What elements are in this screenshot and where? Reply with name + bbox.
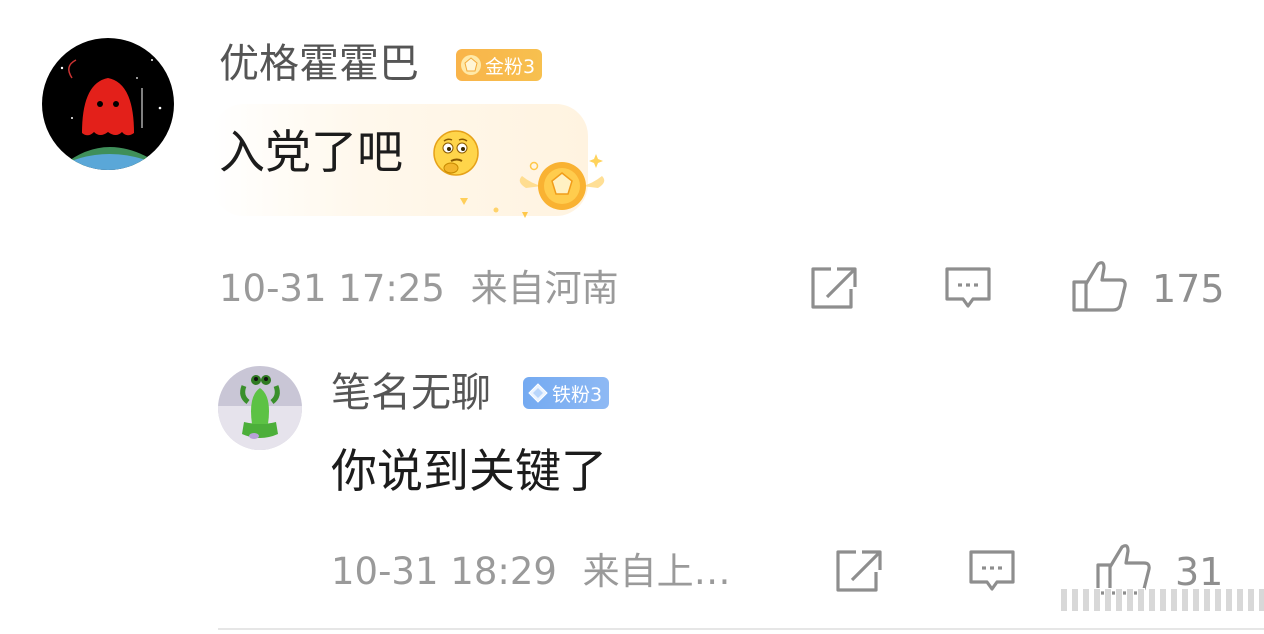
share-icon[interactable] <box>809 265 859 311</box>
avatar[interactable] <box>218 366 302 450</box>
sparkle-icon <box>493 198 499 213</box>
timestamp: 10-31 18:29 <box>331 550 557 593</box>
comment-meta: 10-31 18:29 来自上… <box>331 553 731 590</box>
like-count: 31 <box>1175 550 1224 594</box>
divider <box>218 628 1264 630</box>
fan-badge[interactable]: 金粉3 <box>456 49 543 81</box>
location: 来自河南 <box>470 267 619 310</box>
comment-meta: 10-31 17:25 来自河南 <box>219 270 619 307</box>
location: 来自上… <box>582 550 731 593</box>
gold-medal-icon <box>472 148 612 220</box>
comment-text: 入党了吧 <box>219 125 403 179</box>
fan-badge[interactable]: 铁粉3 <box>523 377 610 409</box>
badge-label: 铁粉3 <box>552 383 603 406</box>
timestamp: 10-31 17:25 <box>219 267 445 310</box>
username[interactable]: 笔名无聊 <box>331 373 491 413</box>
diamond-icon <box>528 383 548 403</box>
thinking-face-icon <box>431 128 481 178</box>
like-count: 175 <box>1152 267 1225 311</box>
thumbs-up-icon[interactable] <box>1070 258 1130 314</box>
comment-icon[interactable] <box>967 548 1017 594</box>
comment-icon[interactable] <box>943 265 993 311</box>
username[interactable]: 优格霍霍巴 <box>219 44 419 84</box>
sparkle-icon <box>458 192 470 205</box>
watermark <box>1060 588 1264 612</box>
share-icon[interactable] <box>834 548 884 594</box>
badge-label: 金粉3 <box>485 55 536 78</box>
gem-icon <box>461 55 481 75</box>
comment-text: 你说到关键了 <box>331 444 607 498</box>
avatar[interactable] <box>42 38 174 170</box>
